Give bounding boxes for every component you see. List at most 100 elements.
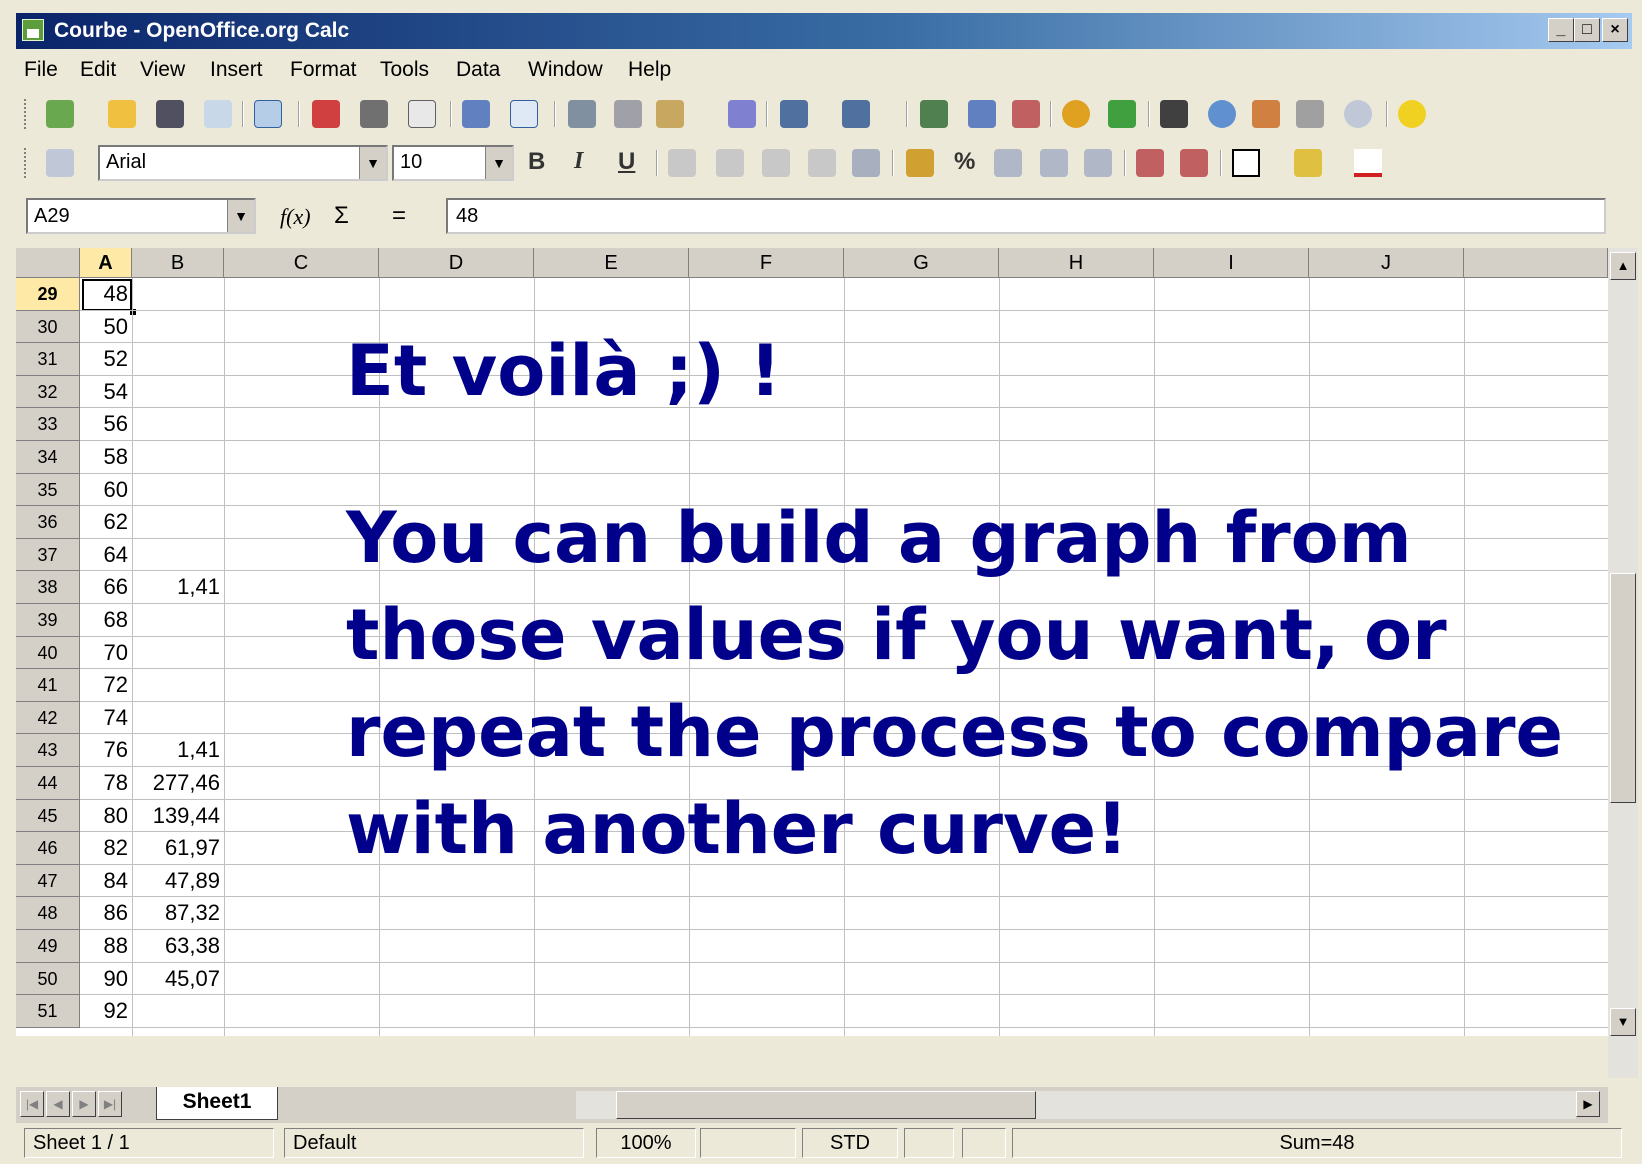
cell-a[interactable]: 48 bbox=[80, 278, 132, 310]
row-header[interactable]: 32 bbox=[16, 375, 80, 409]
row-header[interactable]: 49 bbox=[16, 930, 80, 963]
cell-a[interactable]: 52 bbox=[80, 343, 132, 375]
cell-b[interactable] bbox=[132, 343, 224, 375]
row-header[interactable]: 39 bbox=[16, 604, 80, 637]
draw-functions-icon[interactable] bbox=[1108, 100, 1136, 128]
row-header[interactable]: 50 bbox=[16, 962, 80, 996]
email-icon[interactable] bbox=[204, 100, 232, 128]
cell-b[interactable]: 87,32 bbox=[132, 897, 224, 929]
sum-button[interactable]: Σ bbox=[334, 202, 349, 230]
cell-b[interactable]: 63,38 bbox=[132, 930, 224, 962]
paste-icon[interactable] bbox=[656, 100, 684, 128]
font-color-icon[interactable] bbox=[1354, 149, 1382, 177]
export-pdf-icon[interactable] bbox=[312, 100, 340, 128]
menu-edit[interactable]: Edit bbox=[80, 58, 116, 82]
font-name-select[interactable]: Arial ▼ bbox=[98, 145, 388, 181]
column-header[interactable]: I bbox=[1154, 248, 1309, 278]
row-header[interactable]: 45 bbox=[16, 799, 80, 833]
cell-b[interactable] bbox=[132, 474, 224, 506]
hyperlink-icon[interactable] bbox=[920, 100, 948, 128]
cell-a[interactable]: 70 bbox=[80, 637, 132, 669]
chevron-down-icon[interactable]: ▼ bbox=[227, 200, 254, 232]
currency-format-icon[interactable] bbox=[906, 149, 934, 177]
print-icon[interactable] bbox=[360, 100, 388, 128]
cell-b[interactable]: 47,89 bbox=[132, 865, 224, 897]
vertical-scrollbar[interactable]: ▲ ▼ bbox=[1608, 248, 1638, 1078]
next-sheet-icon[interactable]: ▶ bbox=[72, 1091, 96, 1117]
chevron-down-icon[interactable]: ▼ bbox=[485, 147, 512, 179]
vertical-scroll-thumb[interactable] bbox=[1610, 573, 1636, 803]
page-preview-icon[interactable] bbox=[408, 100, 436, 128]
cell-b[interactable] bbox=[132, 408, 224, 440]
cell-a[interactable]: 66 bbox=[80, 571, 132, 603]
menu-file[interactable]: File bbox=[24, 58, 58, 82]
name-box[interactable]: A29 ▼ bbox=[26, 198, 256, 234]
row-header[interactable]: 40 bbox=[16, 636, 80, 670]
find-replace-icon[interactable] bbox=[1160, 100, 1188, 128]
menu-view[interactable]: View bbox=[140, 58, 185, 82]
cell-a[interactable]: 58 bbox=[80, 441, 132, 473]
edit-file-icon[interactable] bbox=[254, 100, 282, 128]
align-center-icon[interactable] bbox=[716, 149, 744, 177]
chart-icon[interactable] bbox=[1062, 100, 1090, 128]
cell-b[interactable]: 61,97 bbox=[132, 832, 224, 864]
cell-a[interactable]: 76 bbox=[80, 734, 132, 766]
cell-a[interactable]: 82 bbox=[80, 832, 132, 864]
cell-b[interactable] bbox=[132, 637, 224, 669]
cell-a[interactable]: 56 bbox=[80, 408, 132, 440]
cell-b[interactable]: 1,41 bbox=[132, 734, 224, 766]
delete-decimal-icon[interactable] bbox=[1084, 149, 1112, 177]
maximize-button[interactable]: □ bbox=[1574, 18, 1600, 42]
menu-help[interactable]: Help bbox=[628, 58, 671, 82]
row-header[interactable]: 37 bbox=[16, 538, 80, 572]
new-document-icon[interactable] bbox=[46, 100, 74, 128]
column-header[interactable]: F bbox=[689, 248, 844, 278]
cut-icon[interactable] bbox=[568, 100, 596, 128]
cell-a[interactable]: 68 bbox=[80, 604, 132, 636]
last-sheet-icon[interactable]: ▶| bbox=[98, 1091, 122, 1117]
row-header[interactable]: 48 bbox=[16, 897, 80, 930]
status-page-style[interactable]: Default bbox=[284, 1128, 584, 1158]
justify-icon[interactable] bbox=[808, 149, 836, 177]
copy-icon[interactable] bbox=[614, 100, 642, 128]
column-header[interactable]: J bbox=[1309, 248, 1464, 278]
scroll-down-icon[interactable]: ▼ bbox=[1610, 1008, 1636, 1036]
sort-ascending-icon[interactable] bbox=[968, 100, 996, 128]
cell-b[interactable] bbox=[132, 311, 224, 343]
cell-a[interactable]: 86 bbox=[80, 897, 132, 929]
spellcheck-icon[interactable] bbox=[462, 100, 490, 128]
sheet-tab[interactable]: Sheet1 bbox=[156, 1087, 278, 1120]
column-header[interactable]: B bbox=[132, 248, 224, 278]
zoom-icon[interactable] bbox=[1344, 100, 1372, 128]
cell-a[interactable]: 90 bbox=[80, 963, 132, 995]
toolbar-grip[interactable] bbox=[24, 148, 30, 178]
menu-data[interactable]: Data bbox=[456, 58, 500, 82]
data-sources-icon[interactable] bbox=[1296, 100, 1324, 128]
column-header[interactable]: E bbox=[534, 248, 689, 278]
formula-input[interactable]: 48 bbox=[446, 198, 1606, 234]
minimize-button[interactable]: _ bbox=[1548, 18, 1574, 42]
column-header[interactable]: H bbox=[999, 248, 1154, 278]
cell-a[interactable]: 50 bbox=[80, 311, 132, 343]
menu-insert[interactable]: Insert bbox=[210, 58, 263, 82]
menu-tools[interactable]: Tools bbox=[380, 58, 429, 82]
row-header[interactable]: 29 bbox=[16, 278, 80, 311]
add-decimal-icon[interactable] bbox=[1040, 149, 1068, 177]
row-header[interactable]: 34 bbox=[16, 441, 80, 474]
row-header[interactable]: 41 bbox=[16, 669, 80, 702]
cell-b[interactable] bbox=[132, 702, 224, 734]
row-header[interactable]: 43 bbox=[16, 734, 80, 767]
cell-b[interactable]: 139,44 bbox=[132, 800, 224, 832]
row-header[interactable]: 31 bbox=[16, 343, 80, 376]
cell-a[interactable]: 92 bbox=[80, 995, 132, 1027]
scroll-right-icon[interactable]: ▶ bbox=[1576, 1091, 1600, 1117]
row-header[interactable]: 36 bbox=[16, 506, 80, 539]
toolbar-grip[interactable] bbox=[24, 99, 30, 129]
merge-cells-icon[interactable] bbox=[852, 149, 880, 177]
autospellcheck-icon[interactable] bbox=[510, 100, 538, 128]
align-left-icon[interactable] bbox=[668, 149, 696, 177]
navigator-icon[interactable] bbox=[1208, 100, 1236, 128]
row-header[interactable]: 33 bbox=[16, 408, 80, 441]
background-color-icon[interactable] bbox=[1294, 149, 1322, 177]
cell-a[interactable]: 60 bbox=[80, 474, 132, 506]
